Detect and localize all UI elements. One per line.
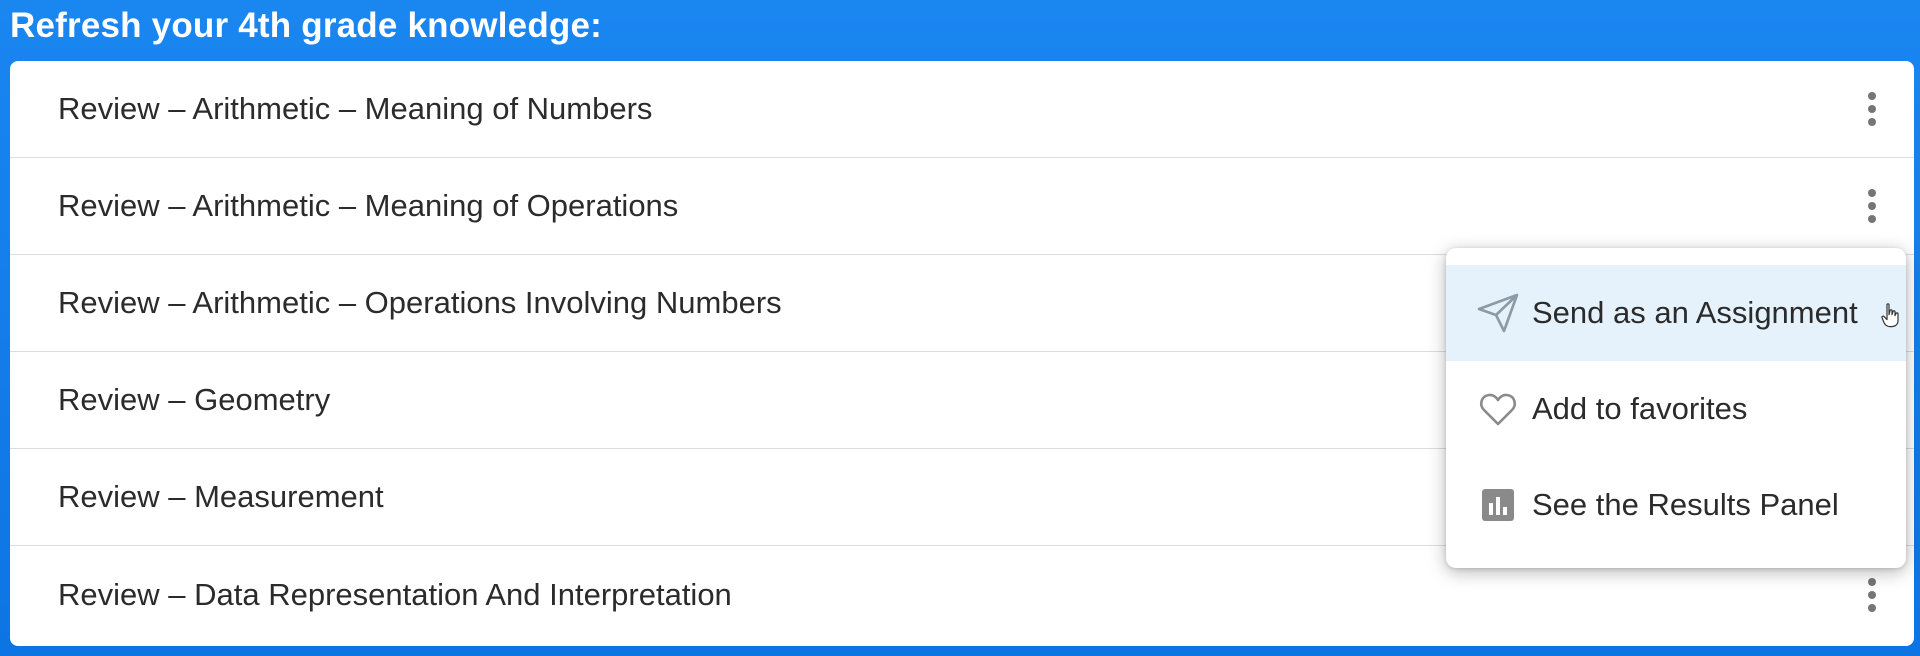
context-menu: Send as an Assignment Add to favorites S… <box>1446 248 1906 568</box>
list-item-label[interactable]: Review – Arithmetic – Meaning of Operati… <box>58 188 678 224</box>
bar-chart-icon <box>1476 483 1520 527</box>
list-item-label[interactable]: Review – Arithmetic – Operations Involvi… <box>58 285 782 321</box>
kebab-menu-icon <box>1868 189 1876 197</box>
menu-item-label: See the Results Panel <box>1532 487 1839 522</box>
list-item[interactable]: Review – Arithmetic – Meaning of Numbers <box>10 61 1914 158</box>
hand-cursor-icon <box>1881 303 1899 328</box>
list-item-label[interactable]: Review – Data Representation And Interpr… <box>58 577 732 613</box>
menu-item-label: Send as an Assignment <box>1532 295 1858 330</box>
kebab-menu-icon <box>1868 92 1876 100</box>
menu-item-label: Add to favorites <box>1532 391 1748 426</box>
list-item-label[interactable]: Review – Measurement <box>58 479 384 515</box>
kebab-menu-icon <box>1868 577 1876 586</box>
send-icon <box>1476 291 1520 335</box>
menu-item-send-assignment[interactable]: Send as an Assignment <box>1446 265 1906 361</box>
more-options-button[interactable] <box>1852 87 1892 131</box>
menu-item-results-panel[interactable]: See the Results Panel <box>1446 457 1906 553</box>
more-options-button[interactable] <box>1852 573 1892 617</box>
menu-item-add-favorites[interactable]: Add to favorites <box>1446 361 1906 457</box>
list-item[interactable]: Review – Arithmetic – Meaning of Operati… <box>10 158 1914 255</box>
list-item-label[interactable]: Review – Geometry <box>58 382 330 418</box>
heart-icon <box>1476 387 1520 431</box>
more-options-button[interactable] <box>1852 184 1892 228</box>
list-item-label[interactable]: Review – Arithmetic – Meaning of Numbers <box>58 91 652 127</box>
section-title: Refresh your 4th grade knowledge: <box>10 6 602 45</box>
